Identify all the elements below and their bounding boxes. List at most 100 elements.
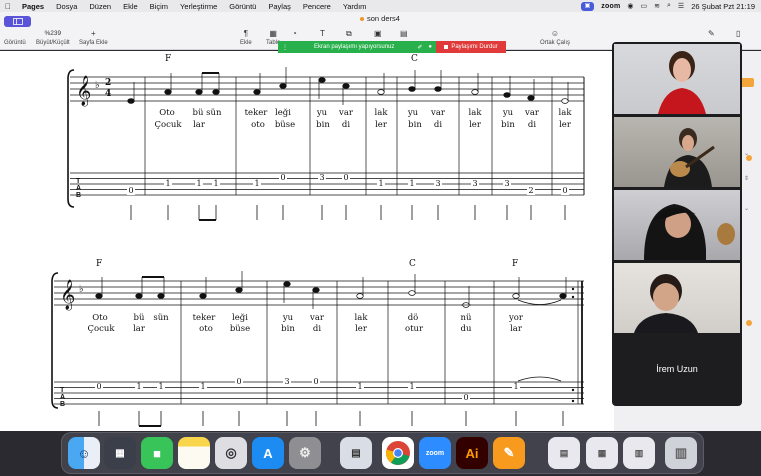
lyric: lar [193,120,206,130]
format-button[interactable]: ✎ [708,28,715,40]
search-icon[interactable]: ⌕ [667,2,671,10]
lyric: ler [469,120,482,130]
tab-number: 3 [284,377,289,386]
lyric: bü sün [193,108,222,118]
menu-goruntu[interactable]: Görüntü [223,2,262,11]
shape-icon: ⧉ [346,29,352,38]
chart-button[interactable]: ◔ [292,28,297,40]
lyric: bin [281,324,295,334]
lyric: lak [469,108,483,118]
shield-icon[interactable]: ● [428,44,432,51]
tab-number: 1 [196,179,201,188]
zoom-icon[interactable]: zoom [419,437,451,469]
chevron-updown-icon[interactable]: ⇕ [744,175,749,182]
document-button[interactable]: ▯ [736,28,740,40]
lyric: lak [375,108,389,118]
illustrator-icon[interactable]: Ai [456,437,488,469]
wifi-icon[interactable]: ≋ [654,2,660,10]
menu-dosya[interactable]: Dosya [50,2,83,11]
tab-number: 2 [528,186,533,195]
recent-window-3[interactable]: ▥ [623,437,655,469]
stop-share-button[interactable]: Paylaşımı Durdur [436,41,506,53]
chevron-down-icon[interactable]: ⌄ [744,205,749,212]
record-icon[interactable]: ◉ [627,2,633,10]
launchpad-icon[interactable]: ▦ [104,437,136,469]
collaborate-button[interactable]: ☺ Ortak Çalış [540,28,570,46]
zoom-video-gallery[interactable]: İrem Uzun [612,42,742,406]
tab-label-t: T [60,387,65,394]
menu-pencere[interactable]: Pencere [297,2,337,11]
video-tile-4[interactable] [614,263,740,333]
lyric: büse [230,324,250,334]
battery-icon[interactable]: ▭ [640,2,647,10]
lyric: leği [232,312,248,323]
app-store-icon[interactable]: A [252,437,284,469]
lyric: lar [510,324,523,334]
tab-number: 1 [213,179,218,188]
shape-button[interactable]: ⧉ [346,28,352,40]
pages-doc-icon[interactable]: ▤ [340,437,372,469]
pages-icon[interactable]: ✎ [493,437,525,469]
lyric: var [338,108,354,118]
menu-yerlestirme[interactable]: Yerleştirme [174,2,223,11]
view-menu[interactable]: Görüntü [4,28,26,46]
system-settings-icon[interactable]: ⚙ [289,437,321,469]
notes-icon[interactable] [178,437,210,469]
insert-button[interactable]: ¶ Ekle [240,28,252,46]
apple-icon[interactable]:  [0,2,16,11]
lyric: bin [408,120,422,130]
zoom-menu-extra[interactable]: zoom [601,3,620,10]
finder-icon[interactable]: ☺ [68,437,100,469]
media-icon: ▣ [374,29,382,38]
tab-number: 0 [463,393,468,402]
add-page-button[interactable]: + Sayfa Ekle [79,28,108,46]
tab-number: 3 [435,179,440,188]
time-sig-top: 2 [105,78,111,88]
lyric: var [524,108,540,118]
video-tile-2[interactable] [614,117,740,187]
tab-number: 1 [136,382,141,391]
recent-window-2[interactable]: ▦ [586,437,618,469]
system-1-notes [127,67,569,105]
text-button[interactable]: T [320,28,325,40]
lyric: dö [408,313,419,323]
menu-duzen[interactable]: Düzen [83,2,117,11]
video-tile-1[interactable] [614,44,740,114]
trash-icon[interactable]: ▥ [665,437,697,469]
media-button[interactable]: ▣ [374,28,382,40]
view-sidebar-button[interactable] [4,16,31,27]
clock[interactable]: 26 Şubat Pzt 21:19 [691,2,755,11]
tab-number: 1 [409,382,414,391]
zoom-share-status-icon[interactable]: ▣ [580,1,595,11]
lyric: ler [375,120,388,130]
menu-ekle[interactable]: Ekle [117,2,144,11]
video-tile-3[interactable] [614,190,740,260]
tab-number: 0 [236,377,241,386]
treble-clef-icon: 𝄞 [76,75,91,107]
menu-bar:  Pages Dosya Düzen Ekle Biçim Yerleştir… [0,0,761,12]
color-swatch[interactable] [746,155,752,161]
tab-number: 1 [165,179,170,188]
lyric: du [461,324,472,334]
document-canvas[interactable]: 𝄞 ♭ 2 4 T A B F C Oto bü sün teker leği … [0,51,614,431]
control-center-icon[interactable]: ☰ [678,2,684,10]
participant-name-tile[interactable]: İrem Uzun [614,334,740,404]
zoom-control[interactable]: %239 Büyüt/Küçült [36,28,70,46]
mic-icon[interactable]: ✐ [417,44,422,51]
comment-button[interactable]: ▤ [400,28,408,40]
tab-number: 1 [409,179,414,188]
share-status[interactable]: ⋮ Ekran paylaşımı yapıyorsunuz ✐ ● [278,41,436,53]
chrome-icon[interactable] [382,437,414,469]
drag-handle-icon[interactable]: ⋮ [282,44,288,51]
menu-yardim[interactable]: Yardım [337,2,373,11]
participant-video-3 [644,204,735,260]
menu-app-name[interactable]: Pages [16,2,50,11]
recent-window-1[interactable]: ▤ [548,437,580,469]
color-swatch[interactable] [746,320,752,326]
facetime-icon[interactable]: ■ [141,437,173,469]
tab-number: 3 [504,179,509,188]
screenshot-icon[interactable]: ◎ [215,437,247,469]
menu-bicim[interactable]: Biçim [144,2,174,11]
format-tab-indicator[interactable] [740,78,754,87]
menu-paylas[interactable]: Paylaş [262,2,297,11]
